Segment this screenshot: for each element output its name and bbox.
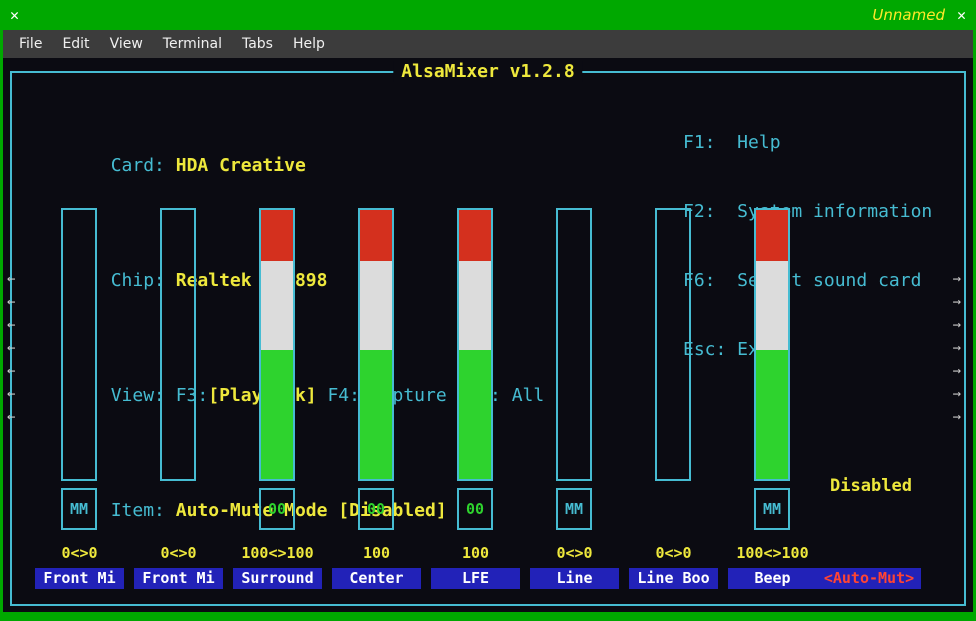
bar-segment-green (756, 349, 788, 479)
terminal-screen[interactable]: AlsaMixer v1.2.8 Card: HDA Creative Chip… (3, 58, 973, 612)
scroll-left-icon: ← (7, 409, 16, 425)
channel-value: 100<>100 (241, 544, 314, 562)
bar-segment-red (360, 210, 392, 262)
alsamixer-title: AlsaMixer v1.2.8 (393, 61, 583, 82)
selected-item-value: Disabled (830, 476, 912, 496)
volume-bar[interactable] (655, 208, 691, 481)
mute-switch[interactable]: MM (556, 488, 592, 530)
channel-label[interactable]: LFE (431, 568, 520, 589)
bar-segment-white (261, 261, 293, 350)
channel-lfe[interactable]: 00 100 LFE (426, 208, 525, 590)
channel-beep[interactable]: MM 100<>100 Beep (723, 208, 822, 590)
mute-switch[interactable]: 00 (457, 488, 493, 530)
volume-bar[interactable] (457, 208, 493, 481)
channel-line-boo[interactable]: 0<>0 Line Boo (624, 208, 723, 590)
channel-value: 0<>0 (160, 544, 197, 562)
scroll-right-icon: → (952, 340, 961, 356)
channel-value: 100<>100 (736, 544, 809, 562)
bar-segment-green (459, 349, 491, 479)
channel-value: 0<>0 (556, 544, 593, 562)
mute-switch[interactable]: MM (754, 488, 790, 530)
close-icon[interactable]: ✕ (957, 0, 966, 30)
menu-item-file[interactable]: File (9, 34, 52, 54)
channel-label[interactable]: Front Mi (134, 568, 223, 589)
volume-bar[interactable] (61, 208, 97, 481)
window-titlebar[interactable]: ✕ Unnamed ✕ (0, 0, 976, 30)
scroll-right-icon: → (952, 386, 961, 402)
scroll-right-icon: → (952, 271, 961, 287)
volume-bar[interactable] (358, 208, 394, 481)
window-title: Unnamed (872, 6, 945, 24)
bar-segment-green (261, 349, 293, 479)
bar-segment-red (756, 210, 788, 262)
bar-segment-red (459, 210, 491, 262)
channel-value: 100 (461, 544, 490, 562)
channel-surround[interactable]: 00 100<>100 Surround (228, 208, 327, 590)
channel-front-mi[interactable]: 0<>0 Front Mi (129, 208, 228, 590)
channel-label[interactable]: Line Boo (629, 568, 718, 589)
bar-segment-green (360, 349, 392, 479)
channel-label[interactable]: Line (530, 568, 619, 589)
menu-item-tabs[interactable]: Tabs (232, 34, 283, 54)
bar-segment-white (756, 261, 788, 350)
channel-label[interactable]: Center (332, 568, 421, 589)
channel-center[interactable]: 00 100 Center (327, 208, 426, 590)
channel-front-mi[interactable]: MM 0<>0 Front Mi (30, 208, 129, 590)
scroll-left-icon: ← (7, 317, 16, 333)
scroll-right-icon: → (952, 294, 961, 310)
help-f1: F1: Help (683, 132, 781, 153)
channel-label[interactable]: Surround (233, 568, 322, 589)
card-value: HDA Creative (175, 155, 306, 176)
channel-value: 0<>0 (61, 544, 98, 562)
menu-bar: File Edit View Terminal Tabs Help (3, 30, 973, 58)
channel-line[interactable]: MM 0<>0 Line (525, 208, 624, 590)
channel-label[interactable]: Front Mi (35, 568, 124, 589)
scroll-left-icon: ← (7, 294, 16, 310)
menu-item-edit[interactable]: Edit (52, 34, 99, 54)
mute-switch[interactable]: MM (61, 488, 97, 530)
selected-item-label[interactable]: <Auto-Mut> (817, 568, 921, 589)
mute-switch[interactable]: 00 (259, 488, 295, 530)
menu-item-view[interactable]: View (100, 34, 153, 54)
channel-value: 100 (362, 544, 391, 562)
channel-label[interactable]: Beep (728, 568, 817, 589)
scroll-left-icon: ← (7, 363, 16, 379)
close-icon[interactable]: ✕ (10, 0, 19, 30)
scroll-right-icon: → (952, 317, 961, 333)
scroll-left-icon: ← (7, 386, 16, 402)
scroll-right-icon: → (952, 363, 961, 379)
bar-segment-white (459, 261, 491, 350)
menu-item-terminal[interactable]: Terminal (153, 34, 232, 54)
volume-bar[interactable] (160, 208, 196, 481)
mute-switch[interactable]: 00 (358, 488, 394, 530)
card-label: Card: (110, 155, 176, 176)
scroll-right-icon: → (952, 409, 961, 425)
volume-bar[interactable] (259, 208, 295, 481)
scroll-left-icon: ← (7, 340, 16, 356)
bar-segment-red (261, 210, 293, 262)
scroll-left-icon: ← (7, 271, 16, 287)
terminal-window: ✕ Unnamed ✕ File Edit View Terminal Tabs Help… (0, 0, 976, 621)
volume-bar[interactable] (556, 208, 592, 481)
bar-segment-white (360, 261, 392, 350)
card-row: Card: HDA Creative (24, 131, 544, 200)
channel-value: 0<>0 (655, 544, 692, 562)
volume-bar[interactable] (754, 208, 790, 481)
menu-item-help[interactable]: Help (283, 34, 335, 54)
